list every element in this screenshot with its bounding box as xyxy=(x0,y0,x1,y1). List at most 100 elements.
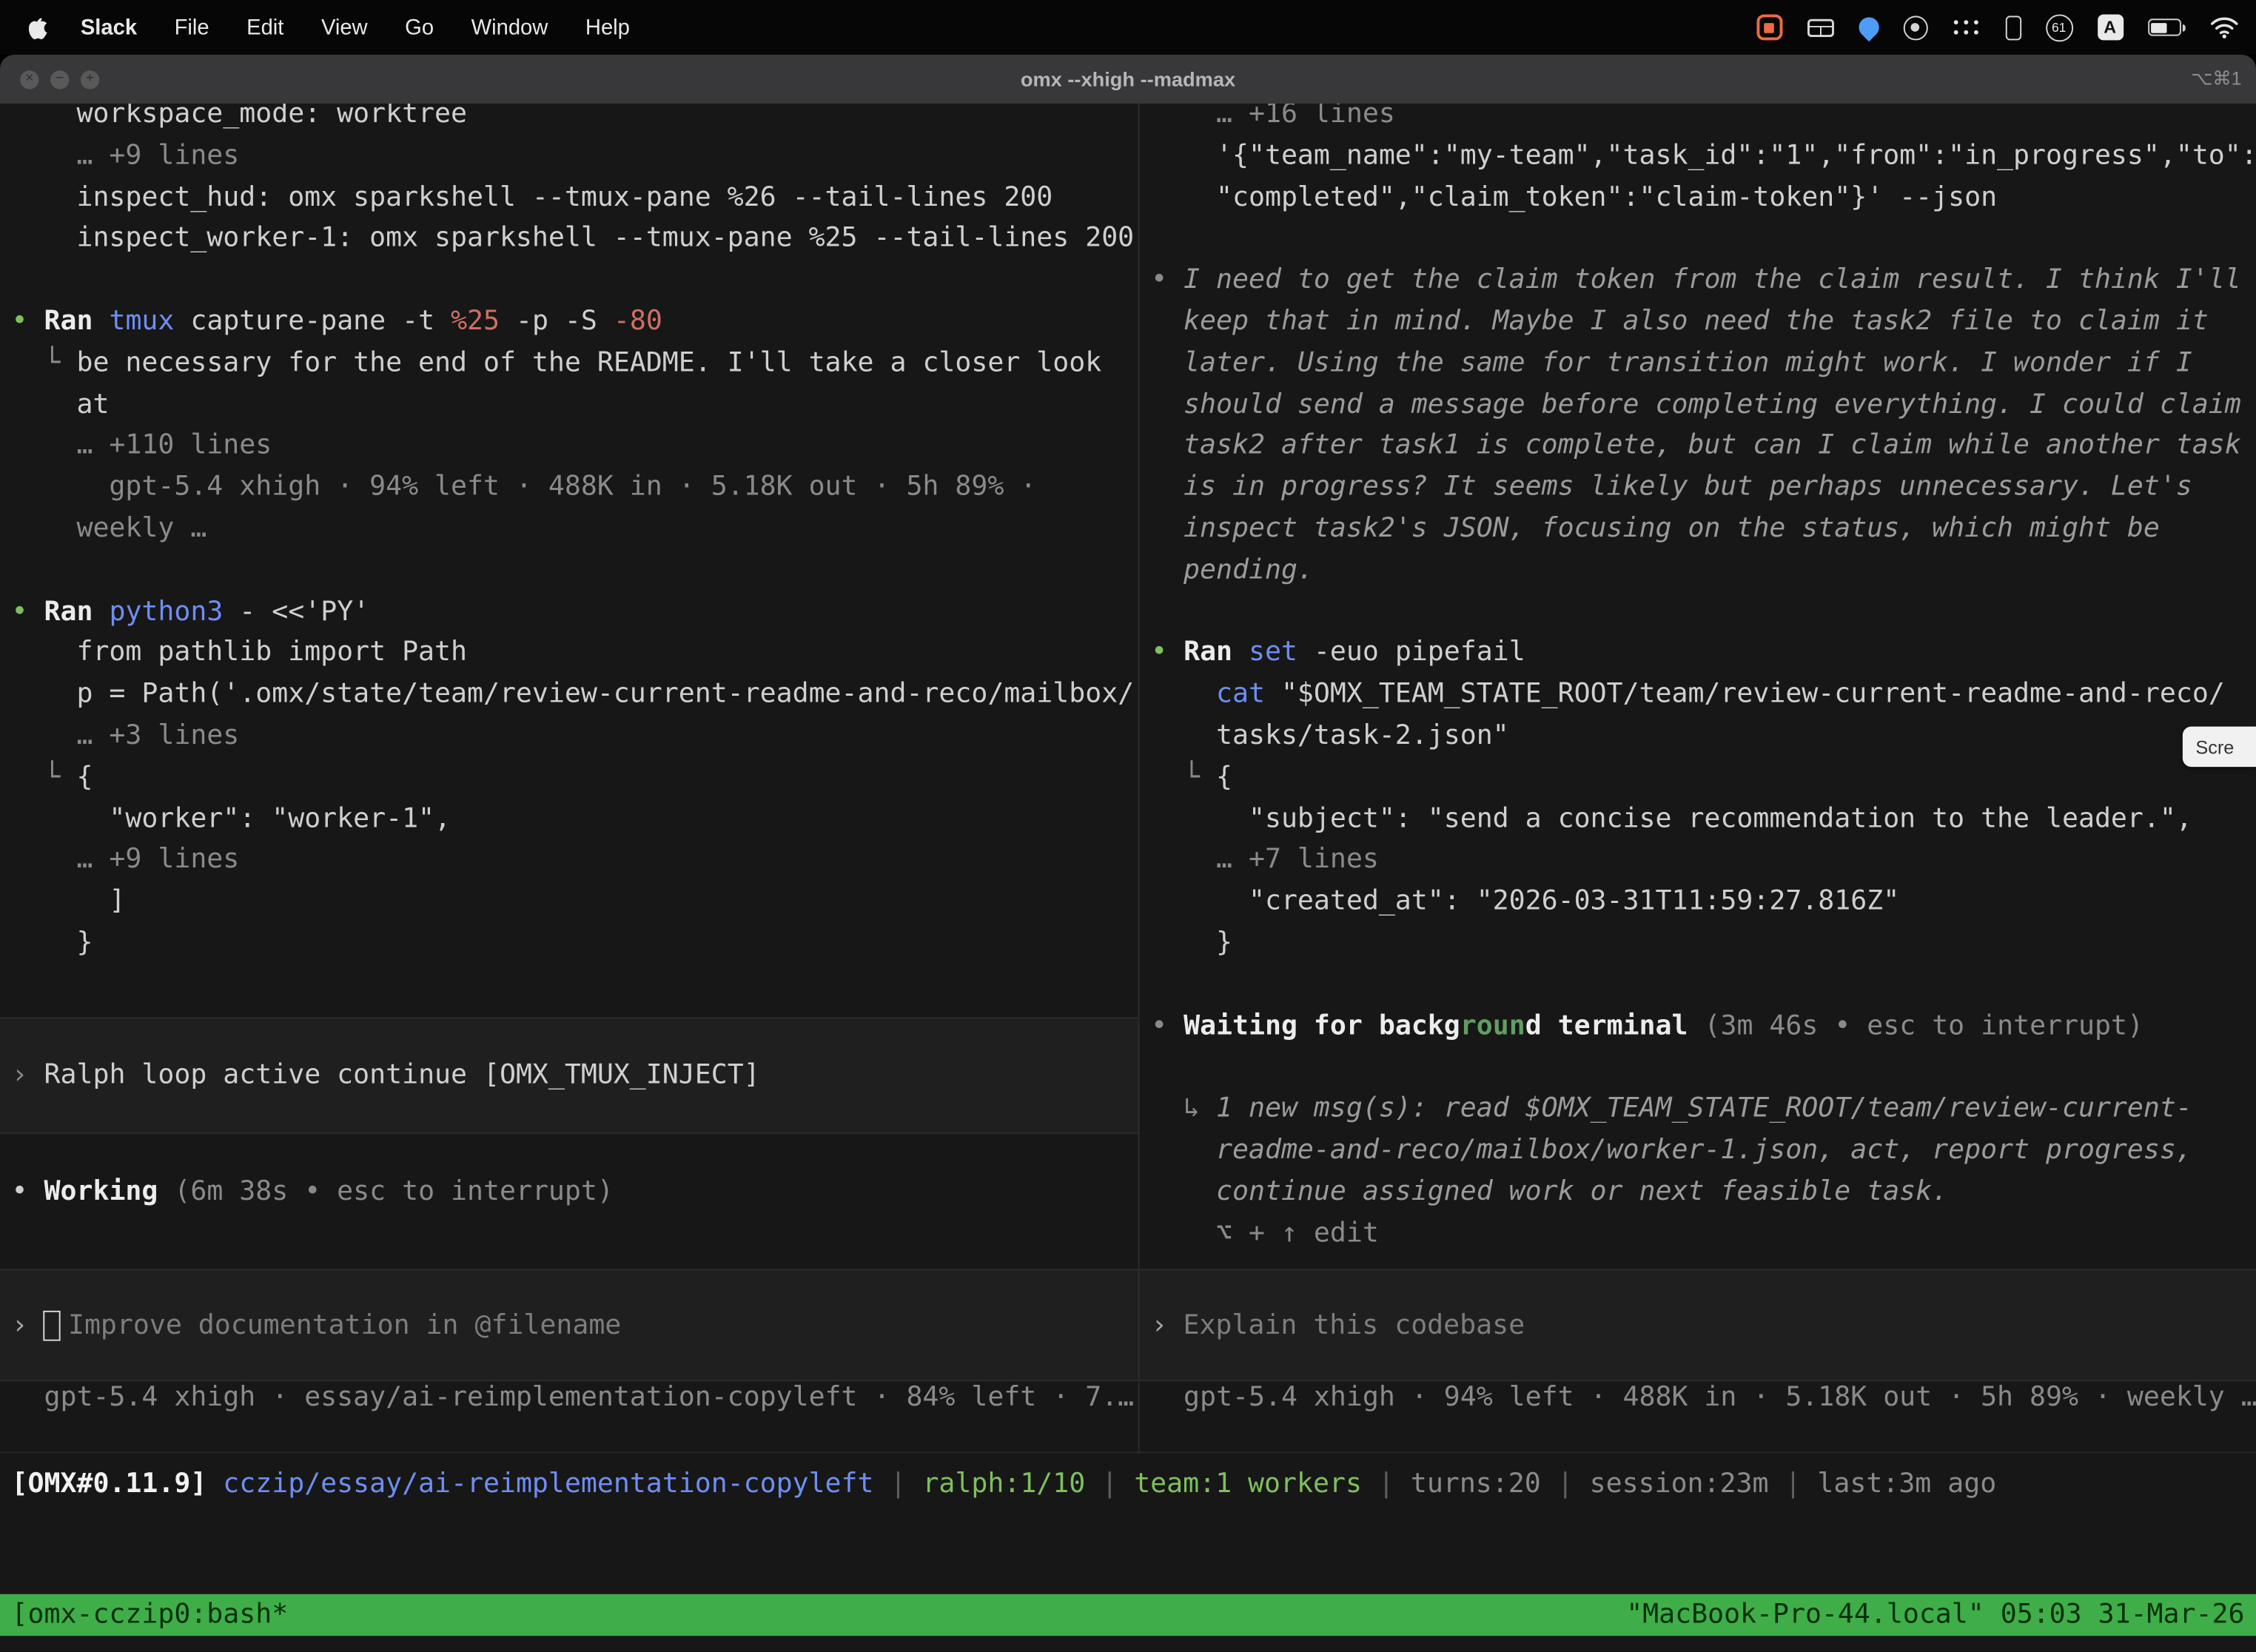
prompt-chevron: › xyxy=(12,1310,28,1340)
terminal-line: workspace_mode: worktree xyxy=(12,104,1138,136)
terminal-line: ⌥ + ↑ edit xyxy=(1151,1214,2256,1255)
text-segment: └ xyxy=(12,762,77,793)
text-segment: (6m 38s • esc to interrupt) xyxy=(158,1177,613,1207)
text-segment: ralph:1/10 xyxy=(922,1469,1085,1500)
battery-body xyxy=(2147,19,2181,36)
terminal-line: pending. xyxy=(1151,551,2256,592)
model-status-left: gpt-5.4 xhigh · essay/ai-reimplementatio… xyxy=(0,1378,1138,1420)
text-segment: └ xyxy=(1151,762,1216,793)
prompt-input-right[interactable]: › Explain this codebase xyxy=(1140,1269,2256,1382)
prompt-placeholder: Explain this codebase xyxy=(1183,1310,1525,1340)
zoom-button[interactable]: + xyxy=(81,70,99,88)
minimize-button[interactable]: − xyxy=(50,70,69,88)
battery-percent-badge[interactable]: 61 xyxy=(2045,13,2072,41)
battery-icon[interactable] xyxy=(2147,19,2186,36)
terminal-line: later. Using the same for transition mig… xyxy=(1151,343,2256,385)
terminal-line xyxy=(1151,219,2256,261)
screen-recording-stop-icon[interactable] xyxy=(1756,14,1782,40)
terminal-line: '{"team_name":"my-team","task_id":"1","f… xyxy=(1151,136,2256,178)
phone-icon[interactable] xyxy=(2005,15,2021,39)
text-segment: capture-pane -t xyxy=(174,306,451,337)
terminal-line: should send a message before completing … xyxy=(1151,385,2256,426)
close-button[interactable]: × xyxy=(20,70,38,88)
terminal-line: p = Path('.omx/state/team/review-current… xyxy=(12,675,1138,716)
menu-item-edit[interactable]: Edit xyxy=(228,15,303,39)
text-segment: d terminal xyxy=(1525,1011,1688,1041)
menu-items: FileEditViewGoWindowHelp xyxy=(155,15,648,39)
circle-app-icon[interactable] xyxy=(1903,15,1927,39)
terminal-line xyxy=(1151,1048,2256,1089)
tmux-session-label: [omx-cczip0:bash* xyxy=(12,1600,289,1631)
text-segment: workspace_mode: worktree xyxy=(12,104,467,130)
menu-item-help[interactable]: Help xyxy=(567,15,649,39)
terminal-log-left: workspace_mode: worktree … +9 lines insp… xyxy=(0,104,1138,965)
text-segment: } xyxy=(12,928,93,958)
text-segment: at xyxy=(12,389,110,420)
terminal-line: task2 after task1 is complete, but can I… xyxy=(1151,426,2256,468)
stage: Slack FileEditViewGoWindowHelp 61 A xyxy=(0,0,2256,1652)
dot xyxy=(1964,20,1969,25)
app-menu-slack[interactable]: Slack xyxy=(62,15,156,39)
text-segment: … +7 lines xyxy=(1151,845,1379,876)
terminal-line: cat "$OMX_TEAM_STATE_ROOT/team/review-cu… xyxy=(1151,675,2256,716)
terminal-line: weekly … xyxy=(12,509,1138,551)
text-segment xyxy=(207,1469,223,1500)
dot xyxy=(1964,30,1969,35)
window-titlebar[interactable]: × − + omx --xhigh --madmax ⌥⌘1 xyxy=(0,55,2256,104)
text-segment: tasks/task-2.json" xyxy=(1151,721,1509,751)
text-segment xyxy=(1232,638,1249,668)
dots-grid-icon[interactable] xyxy=(1952,18,1981,36)
terminal-line: … +7 lines xyxy=(1151,841,2256,882)
menu-bar: Slack FileEditViewGoWindowHelp 61 A xyxy=(0,0,2256,55)
terminal-line: └ { xyxy=(12,758,1138,799)
window-shortcut-hint: ⌥⌘1 xyxy=(2191,67,2241,90)
terminal-line xyxy=(12,261,1138,302)
wifi-icon[interactable] xyxy=(2210,16,2239,38)
text-cursor xyxy=(44,1310,61,1340)
text-segment: … +16 lines xyxy=(1151,104,1395,130)
text-segment: cat xyxy=(1216,679,1265,710)
prompt-placeholder: Improve documentation in @filename xyxy=(68,1310,621,1340)
text-segment: I need to get the claim token from the c… xyxy=(1184,265,2241,295)
text-segment: %25 xyxy=(451,306,500,337)
text-segment: p = Path('.omx/state/team/review-current… xyxy=(12,679,1135,710)
apple-logo-icon[interactable] xyxy=(29,15,49,39)
screen-capture-overlay[interactable]: Scre xyxy=(2183,727,2256,767)
menu-item-window[interactable]: Window xyxy=(452,15,566,39)
terminal-line: "subject": "send a concise recommendatio… xyxy=(1151,799,2256,841)
text-segment: task2 after task1 is complete, but can I… xyxy=(1151,431,2241,461)
text-segment: pending. xyxy=(1151,555,1314,585)
text-segment: roun xyxy=(1460,1011,1525,1041)
text-segment: -euo pipefail xyxy=(1297,638,1525,668)
text-segment: inspect task2's JSON, focusing on the st… xyxy=(1151,514,2160,544)
text-segment: Ran xyxy=(1184,638,1232,668)
menu-bar-status-icons: 61 A xyxy=(1756,13,2239,41)
text-segment: set xyxy=(1249,638,1297,668)
terminal-line: inspect_hud: omx sparkshell --tmux-pane … xyxy=(12,178,1138,219)
record-square xyxy=(1764,22,1774,33)
text-segment: Ralph loop active continue [OMX_TMUX_INJ… xyxy=(44,1061,760,1091)
text-segment: { xyxy=(1216,762,1232,793)
menu-item-view[interactable]: View xyxy=(303,15,386,39)
text-segment: | xyxy=(1541,1469,1590,1500)
text-segment: cczip/essay/ai-reimplementation-copyleft xyxy=(223,1469,873,1500)
text-segment: is in progress? It seems likely but perh… xyxy=(1151,472,2192,503)
text-segment: › xyxy=(12,1061,44,1091)
text-segment: └ xyxy=(12,348,77,378)
prompt-input-left[interactable]: › Improve documentation in @filename xyxy=(0,1269,1138,1382)
window-grid-icon[interactable] xyxy=(1807,18,1834,36)
terminal-line: … +9 lines xyxy=(12,136,1138,178)
text-segment: Ran xyxy=(44,306,93,337)
text-segment: keep that in mind. Maybe I also need the… xyxy=(1151,306,2209,337)
menu-item-file[interactable]: File xyxy=(155,15,228,39)
text-segment: Ran xyxy=(44,597,93,627)
droplet-app-icon[interactable] xyxy=(1854,13,1882,41)
text-segment: last:3m ago xyxy=(1817,1469,1996,1500)
tmux-status-bar: [omx-cczip0:bash* "MacBook-Pro-44.local"… xyxy=(0,1594,2256,1636)
terminal-line: • Ran set -euo pipefail xyxy=(1151,634,2256,675)
text-segment: [OMX#0.11.9] xyxy=(12,1469,207,1500)
terminal-line: "worker": "worker-1", xyxy=(12,799,1138,841)
text-segment: gpt-5.4 xhigh · essay/ai-reimplementatio… xyxy=(12,1383,1135,1413)
input-source-icon[interactable]: A xyxy=(2097,14,2123,40)
menu-item-go[interactable]: Go xyxy=(386,15,452,39)
